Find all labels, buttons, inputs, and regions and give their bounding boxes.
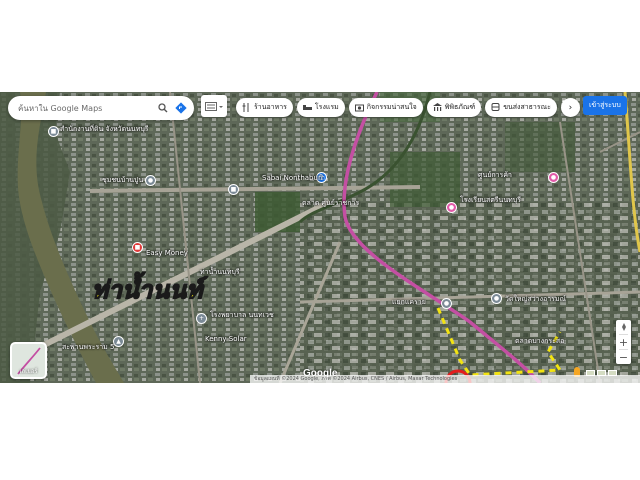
hospital-pin-icon[interactable]: + xyxy=(196,313,207,324)
place-label[interactable]: ตลาดบางกระสอ xyxy=(515,337,564,345)
layers-button[interactable]: เลเยอร์ xyxy=(10,342,47,379)
map-attribution: ข้อมูลแผนที่ ©2024 Google, ภาพ ©2024 Air… xyxy=(250,375,640,383)
place-label[interactable]: สำนักงานที่ดิน จังหวัดนนทบุรี xyxy=(60,125,149,133)
zoom-in-button[interactable]: + xyxy=(616,335,631,349)
chip-transit[interactable]: ขนส่งสาธารณะ xyxy=(485,98,557,117)
chip-label: ร้านอาหาร xyxy=(254,103,287,111)
place-label[interactable]: ชุมชนบ้านปูน xyxy=(102,176,143,184)
zoom-control: + − xyxy=(616,320,631,364)
place-label[interactable]: วัดใหญ่สว่างอารมณ์ xyxy=(505,295,566,303)
place-label[interactable]: Kenny Solar xyxy=(205,335,247,343)
keyboard-button[interactable] xyxy=(201,95,227,117)
place-label[interactable]: โรงพยาบาล นนทเวช xyxy=(210,311,274,319)
camera-icon xyxy=(354,103,364,112)
restaurant-icon xyxy=(242,103,251,112)
temple-pin-icon[interactable]: ● xyxy=(491,293,502,304)
intersection-pin-icon[interactable]: ● xyxy=(441,298,452,309)
compass-icon[interactable] xyxy=(616,320,631,334)
place-label[interactable]: โรงเรียนสตรีนนทบุรี xyxy=(460,196,521,204)
map-frame[interactable]: ร้านอาหาร โรงแรม กิจกรรมน่าสนใจ พิพิธภัณ… xyxy=(0,92,640,383)
layers-label: เลเยอร์ xyxy=(19,368,38,375)
apps-grid-icon[interactable] xyxy=(561,98,575,112)
chip-hotels[interactable]: โรงแรม xyxy=(296,98,345,117)
chip-label: โรงแรม xyxy=(314,103,339,111)
chip-attractions[interactable]: กิจกรรมน่าสนใจ xyxy=(348,98,423,117)
search-input[interactable] xyxy=(18,103,152,113)
zoom-out-button[interactable]: − xyxy=(616,350,631,364)
chip-label: กิจกรรมน่าสนใจ xyxy=(366,103,417,111)
place-label[interactable]: Easy Money xyxy=(146,249,188,257)
shopping-pin-icon[interactable]: ● xyxy=(548,172,559,183)
place-label[interactable]: ตลาด ศูนย์ราชการ xyxy=(302,199,359,207)
place-label[interactable]: ท่าน้ำนนทบุรี xyxy=(200,268,240,276)
keyboard-icon xyxy=(205,97,223,116)
business-pin-icon[interactable]: ■ xyxy=(132,242,143,253)
school-pin-icon[interactable]: ● xyxy=(446,202,457,213)
museum-icon xyxy=(432,103,442,112)
hotel-icon xyxy=(302,103,312,112)
place-pin-icon[interactable]: ● xyxy=(145,175,156,186)
directions-icon[interactable] xyxy=(174,101,188,115)
chip-restaurants[interactable]: ร้านอาหาร xyxy=(236,98,293,117)
government-pin-icon[interactable]: ■ xyxy=(228,184,239,195)
government-pin-icon[interactable]: ■ xyxy=(48,126,59,137)
category-chips: ร้านอาหาร โรงแรม กิจกรรมน่าสนใจ พิพิธภัณ… xyxy=(236,98,580,117)
search-box[interactable] xyxy=(8,96,194,120)
search-icon[interactable] xyxy=(156,101,170,115)
handwritten-annotation: ท่าน้ำนนท์ xyxy=(91,274,203,305)
chip-museums[interactable]: พิพิธภัณฑ์ xyxy=(426,98,482,117)
chip-label: ขนส่งสาธารณะ xyxy=(503,103,551,111)
place-label[interactable]: สะพานพระราม 5 xyxy=(62,343,114,351)
place-label[interactable]: แยกแคราย xyxy=(392,298,426,306)
landmark-pin-icon[interactable]: ▲ xyxy=(113,336,124,347)
chip-label: พิพิธภัณฑ์ xyxy=(444,103,476,111)
place-label[interactable]: ศูนย์การค้า xyxy=(478,171,512,179)
transit-icon xyxy=(491,103,500,112)
signin-button[interactable]: เข้าสู่ระบบ xyxy=(583,96,627,115)
place-label[interactable]: Sabai Nonthaburi xyxy=(262,174,323,182)
